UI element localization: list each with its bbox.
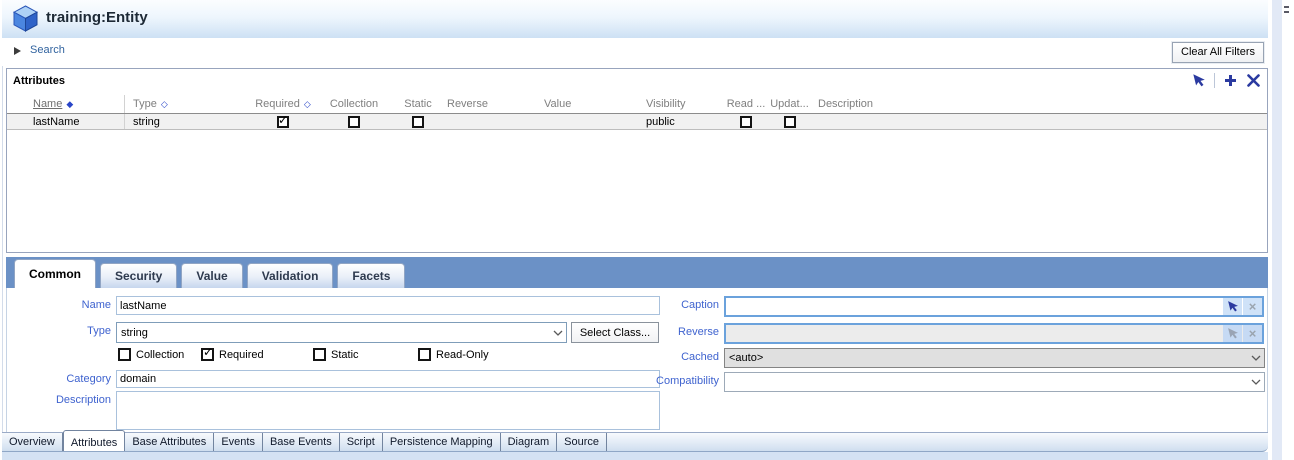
close-icon: × <box>1249 327 1257 340</box>
attributes-panel: Attributes Name ◆ <box>6 68 1268 253</box>
cached-label: Cached <box>611 351 719 363</box>
attributes-table-header: Name ◆ Type ◇ Required ◇ Collection Stat… <box>7 95 1267 113</box>
tab-diagram[interactable]: Diagram <box>501 433 558 451</box>
close-icon: × <box>1249 300 1257 313</box>
detail-tabbar: Common Security Value Validation Facets <box>6 257 1268 288</box>
delete-attribute-button[interactable] <box>1245 72 1261 88</box>
right-gutter-strip <box>1272 0 1282 460</box>
name-label: Name <box>7 299 111 311</box>
description-input[interactable] <box>116 391 660 430</box>
window-bottom-band <box>2 452 1268 460</box>
common-tab-panel: Name Type string Select Class... Collect… <box>6 288 1268 433</box>
row-required-checkbox[interactable] <box>277 116 289 128</box>
required-checkbox[interactable]: Required <box>201 348 264 361</box>
description-label: Description <box>7 394 111 406</box>
type-dropdown[interactable]: string <box>116 322 567 343</box>
toolbar-divider <box>1214 73 1215 88</box>
reverse-clear-button: × <box>1243 325 1262 342</box>
caption-field[interactable]: × <box>724 296 1264 317</box>
column-header-description[interactable]: Description <box>813 95 1267 113</box>
column-header-static[interactable]: Static <box>391 95 445 113</box>
read-only-checkbox[interactable]: Read-Only <box>418 348 489 361</box>
caption-select-button[interactable] <box>1223 298 1242 315</box>
column-header-collection[interactable]: Collection <box>317 95 391 113</box>
chevron-down-icon <box>550 330 566 336</box>
chevron-down-icon <box>1248 355 1264 361</box>
entity-cube-icon <box>12 5 39 32</box>
search-section: Search Clear All Filters <box>2 38 1268 66</box>
clear-all-filters-button[interactable]: Clear All Filters <box>1172 42 1264 63</box>
compatibility-dropdown[interactable] <box>724 372 1265 392</box>
attributes-toolbar <box>1191 72 1261 88</box>
static-checkbox[interactable]: Static <box>313 348 359 361</box>
reverse-field: × <box>724 323 1264 344</box>
row-description <box>813 114 1267 129</box>
caption-label: Caption <box>611 299 719 311</box>
row-visibility: public <box>641 114 726 129</box>
chevron-down-icon <box>1248 379 1264 385</box>
sort-icon: ◇ <box>304 99 311 110</box>
cached-dropdown[interactable]: <auto> <box>724 348 1265 368</box>
sort-icon: ◇ <box>161 99 168 110</box>
screen-edge-marks <box>1284 6 1290 20</box>
row-collection-checkbox[interactable] <box>348 116 360 128</box>
tab-base-attributes[interactable]: Base Attributes <box>125 433 214 451</box>
category-input[interactable] <box>116 370 660 388</box>
tab-source[interactable]: Source <box>557 433 607 451</box>
row-updatable-checkbox[interactable] <box>784 116 796 128</box>
tab-value[interactable]: Value <box>181 263 242 288</box>
tab-script[interactable]: Script <box>340 433 383 451</box>
compatibility-label: Compatibility <box>611 375 719 387</box>
category-label: Category <box>7 373 111 385</box>
row-name: lastName <box>7 114 125 129</box>
column-header-name[interactable]: Name ◆ <box>7 95 125 113</box>
expand-arrow-icon[interactable] <box>14 47 21 55</box>
column-header-value[interactable]: Value <box>536 95 641 113</box>
tab-overview[interactable]: Overview <box>2 433 63 451</box>
column-header-required[interactable]: Required ◇ <box>249 95 317 113</box>
attributes-panel-title: Attributes <box>13 75 65 87</box>
column-header-reverse[interactable]: Reverse <box>445 95 536 113</box>
sort-descending-icon: ◆ <box>66 99 73 110</box>
reverse-label: Reverse <box>611 326 719 338</box>
document-tabbar: Overview Attributes Base Attributes Even… <box>2 432 1268 452</box>
page-title: training:Entity <box>46 9 148 26</box>
tab-persistence-mapping[interactable]: Persistence Mapping <box>383 433 501 451</box>
column-header-type[interactable]: Type ◇ <box>125 95 249 113</box>
tab-events[interactable]: Events <box>214 433 263 451</box>
search-toggle[interactable]: Search <box>30 44 65 56</box>
attributes-panel-header: Attributes <box>7 69 1267 95</box>
tab-base-events[interactable]: Base Events <box>263 433 340 451</box>
column-header-visibility[interactable]: Visibility <box>641 95 726 113</box>
tab-facets[interactable]: Facets <box>337 263 405 288</box>
tab-attributes[interactable]: Attributes <box>63 430 125 451</box>
row-value <box>536 114 641 129</box>
add-attribute-button[interactable] <box>1222 72 1238 88</box>
name-input[interactable] <box>116 296 660 315</box>
column-header-read-only[interactable]: Read ... <box>726 95 766 113</box>
collection-checkbox[interactable]: Collection <box>118 348 184 361</box>
row-read-only-checkbox[interactable] <box>740 116 752 128</box>
row-type: string <box>125 114 249 129</box>
tab-security[interactable]: Security <box>100 263 177 288</box>
caption-clear-button[interactable]: × <box>1243 298 1262 315</box>
column-header-updatable[interactable]: Updat... <box>766 95 813 113</box>
select-pointer-button[interactable] <box>1191 72 1207 88</box>
row-reverse <box>445 114 536 129</box>
tab-common[interactable]: Common <box>14 259 96 288</box>
row-static-checkbox[interactable] <box>412 116 424 128</box>
tab-validation[interactable]: Validation <box>247 263 334 288</box>
table-row[interactable]: lastName string public <box>7 113 1267 130</box>
reverse-select-button <box>1223 325 1242 342</box>
type-label: Type <box>7 325 111 337</box>
titlebar: training:Entity <box>2 0 1268 38</box>
